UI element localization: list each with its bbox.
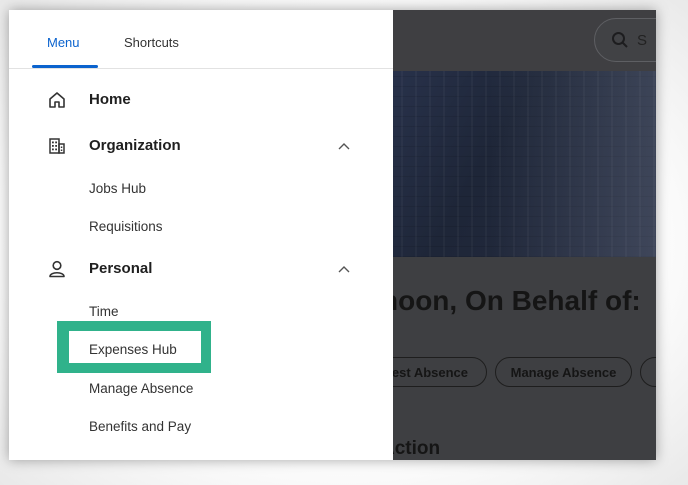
nav-item-personal-label: Personal [89, 260, 153, 277]
nav-subitem-manage-absence[interactable]: Manage Absence [89, 381, 193, 396]
chevron-up-icon[interactable] [337, 140, 351, 154]
menu-tabs: Menu Shortcuts [9, 10, 393, 69]
home-icon [49, 92, 65, 108]
search-partial-text: S [637, 31, 648, 49]
nav-item-home[interactable]: Home [9, 82, 393, 118]
background-greeting: noon, On Behalf of: [381, 285, 641, 316]
nav-item-personal[interactable]: Personal [9, 251, 393, 287]
active-tab-indicator [32, 65, 98, 68]
nav-subitem-requisitions[interactable]: Requisitions [89, 219, 163, 234]
background-chip-manage-absence: Manage Absence [495, 357, 632, 387]
search-icon [612, 32, 628, 48]
nav-subitem-time[interactable]: Time [89, 304, 119, 319]
nav-subitem-expenses-hub[interactable]: Expenses Hub [89, 342, 177, 357]
nav-item-organization-label: Organization [89, 137, 181, 154]
nav-item-organization[interactable]: Organization [9, 128, 393, 164]
tab-shortcuts[interactable]: Shortcuts [124, 35, 179, 50]
nav-item-home-label: Home [89, 91, 131, 108]
chevron-up-icon[interactable] [337, 263, 351, 277]
building-icon [49, 138, 65, 154]
nav-subitem-jobs-hub[interactable]: Jobs Hub [89, 181, 146, 196]
person-icon [49, 260, 65, 278]
tab-menu[interactable]: Menu [47, 35, 80, 50]
background-hero-highlight [489, 71, 656, 257]
background-search-bar: S [594, 18, 656, 62]
side-menu: Menu Shortcuts Home Organization Jobs Hu… [9, 10, 393, 460]
nav-subitem-benefits-and-pay[interactable]: Benefits and Pay [89, 419, 191, 434]
app-screen: S noon, On Behalf of: uest Absence Manag… [9, 10, 656, 460]
